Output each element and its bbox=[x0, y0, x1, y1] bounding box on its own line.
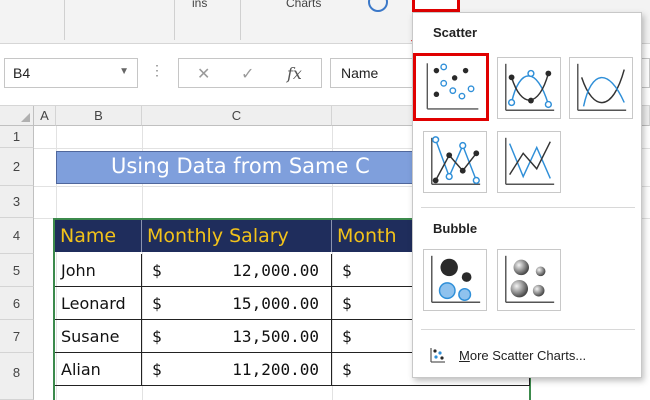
more-scatter-charts-text: ore Scatter Charts... bbox=[469, 347, 587, 363]
row-header-6[interactable]: 6 bbox=[0, 287, 34, 320]
cell-salary[interactable]: $13,500.00 bbox=[142, 320, 332, 353]
3d-bubble-option[interactable] bbox=[497, 249, 561, 311]
insert-scatter-button[interactable] bbox=[412, 0, 460, 12]
bubble-icon bbox=[431, 255, 481, 303]
scatter-section-label: Scatter bbox=[433, 25, 478, 40]
row-header-2[interactable]: 2 bbox=[0, 148, 34, 186]
salary-amount: 13,500.00 bbox=[232, 327, 319, 346]
scatter-icon bbox=[426, 63, 479, 110]
ribbon-ins-label: ins bbox=[192, 0, 208, 10]
column-header-a[interactable]: A bbox=[34, 106, 56, 126]
scatter-option[interactable] bbox=[413, 53, 489, 121]
scatter-small-icon bbox=[430, 348, 445, 363]
header-name[interactable]: Name bbox=[55, 220, 142, 252]
scatter-straight-lines-markers-icon bbox=[431, 136, 481, 185]
chevron-down-icon[interactable]: ▼ bbox=[119, 66, 129, 77]
currency-symbol: $ bbox=[152, 327, 162, 346]
ribbon-separator bbox=[240, 0, 241, 40]
currency-symbol: $ bbox=[342, 294, 352, 313]
scatter-smooth-lines-markers-option[interactable] bbox=[497, 57, 561, 119]
column-header-b[interactable]: B bbox=[56, 106, 142, 126]
ribbon-charts-label: Charts bbox=[286, 0, 322, 10]
enter-icon[interactable]: ✓ bbox=[241, 64, 254, 84]
scatter-straight-lines-markers-option[interactable] bbox=[423, 131, 487, 193]
row-header-4[interactable]: 4 bbox=[0, 218, 34, 254]
cell-name[interactable]: Susane bbox=[55, 320, 142, 353]
header-monthly-salary[interactable]: Monthly Salary bbox=[142, 220, 332, 252]
row-header-5[interactable]: 5 bbox=[0, 254, 34, 287]
salary-amount: 15,000.00 bbox=[232, 294, 319, 313]
cancel-icon[interactable]: ✕ bbox=[197, 64, 210, 84]
cell-salary[interactable]: $12,000.00 bbox=[142, 254, 332, 287]
scatter-straight-lines-option[interactable] bbox=[497, 131, 561, 193]
ribbon-separator bbox=[174, 0, 175, 40]
cell-name[interactable]: Alian bbox=[55, 353, 142, 386]
ribbon-separator bbox=[64, 0, 65, 40]
scatter-straight-lines-icon bbox=[505, 137, 555, 185]
column-header-c[interactable]: C bbox=[142, 106, 332, 126]
name-box[interactable]: B4 ▼ bbox=[4, 58, 138, 88]
more-scatter-charts-label: More Scatter Charts... bbox=[459, 348, 586, 363]
formula-buttons: ✕ ✓ fx bbox=[178, 58, 322, 88]
currency-symbol: $ bbox=[342, 360, 352, 379]
cell-name[interactable]: Leonard bbox=[55, 287, 142, 320]
currency-symbol: $ bbox=[152, 294, 162, 313]
more-scatter-charts-link[interactable]: More Scatter Charts... bbox=[429, 345, 586, 365]
bubble-option[interactable] bbox=[423, 249, 487, 311]
scatter-smooth-lines-option[interactable] bbox=[569, 57, 633, 119]
salary-amount: 12,000.00 bbox=[232, 261, 319, 280]
more-options-icon[interactable]: ⋮ bbox=[150, 62, 165, 79]
scatter-smooth-lines-icon bbox=[577, 63, 627, 111]
bubble-section-label: Bubble bbox=[433, 221, 478, 236]
scatter-smooth-lines-markers-icon bbox=[505, 63, 555, 111]
row-header-7[interactable]: 7 bbox=[0, 320, 34, 353]
currency-symbol: $ bbox=[342, 327, 352, 346]
select-all-corner[interactable] bbox=[0, 106, 34, 126]
menu-divider bbox=[421, 207, 635, 208]
row-header-8[interactable]: 8 bbox=[0, 353, 34, 400]
scatter-chart-menu: Scatter Bubble More Scatter Charts... bbox=[412, 12, 642, 378]
currency-symbol: $ bbox=[342, 261, 352, 280]
sheet-title[interactable]: Using Data from Same C bbox=[56, 151, 436, 184]
cell-salary[interactable]: $15,000.00 bbox=[142, 287, 332, 320]
3d-bubble-icon bbox=[505, 255, 555, 303]
insert-function-icon[interactable]: fx bbox=[287, 64, 302, 83]
menu-divider bbox=[421, 329, 635, 330]
cell-salary[interactable]: $11,200.00 bbox=[142, 353, 332, 386]
currency-symbol: $ bbox=[152, 261, 162, 280]
currency-symbol: $ bbox=[152, 360, 162, 379]
name-box-value: B4 bbox=[13, 65, 31, 81]
row-header-3[interactable]: 3 bbox=[0, 186, 34, 218]
row-header-1[interactable]: 1 bbox=[0, 126, 34, 148]
cell-name[interactable]: John bbox=[55, 254, 142, 287]
salary-amount: 11,200.00 bbox=[232, 360, 319, 379]
ribbon-circle-icon[interactable] bbox=[368, 0, 388, 12]
access-key-letter: M bbox=[459, 347, 470, 363]
